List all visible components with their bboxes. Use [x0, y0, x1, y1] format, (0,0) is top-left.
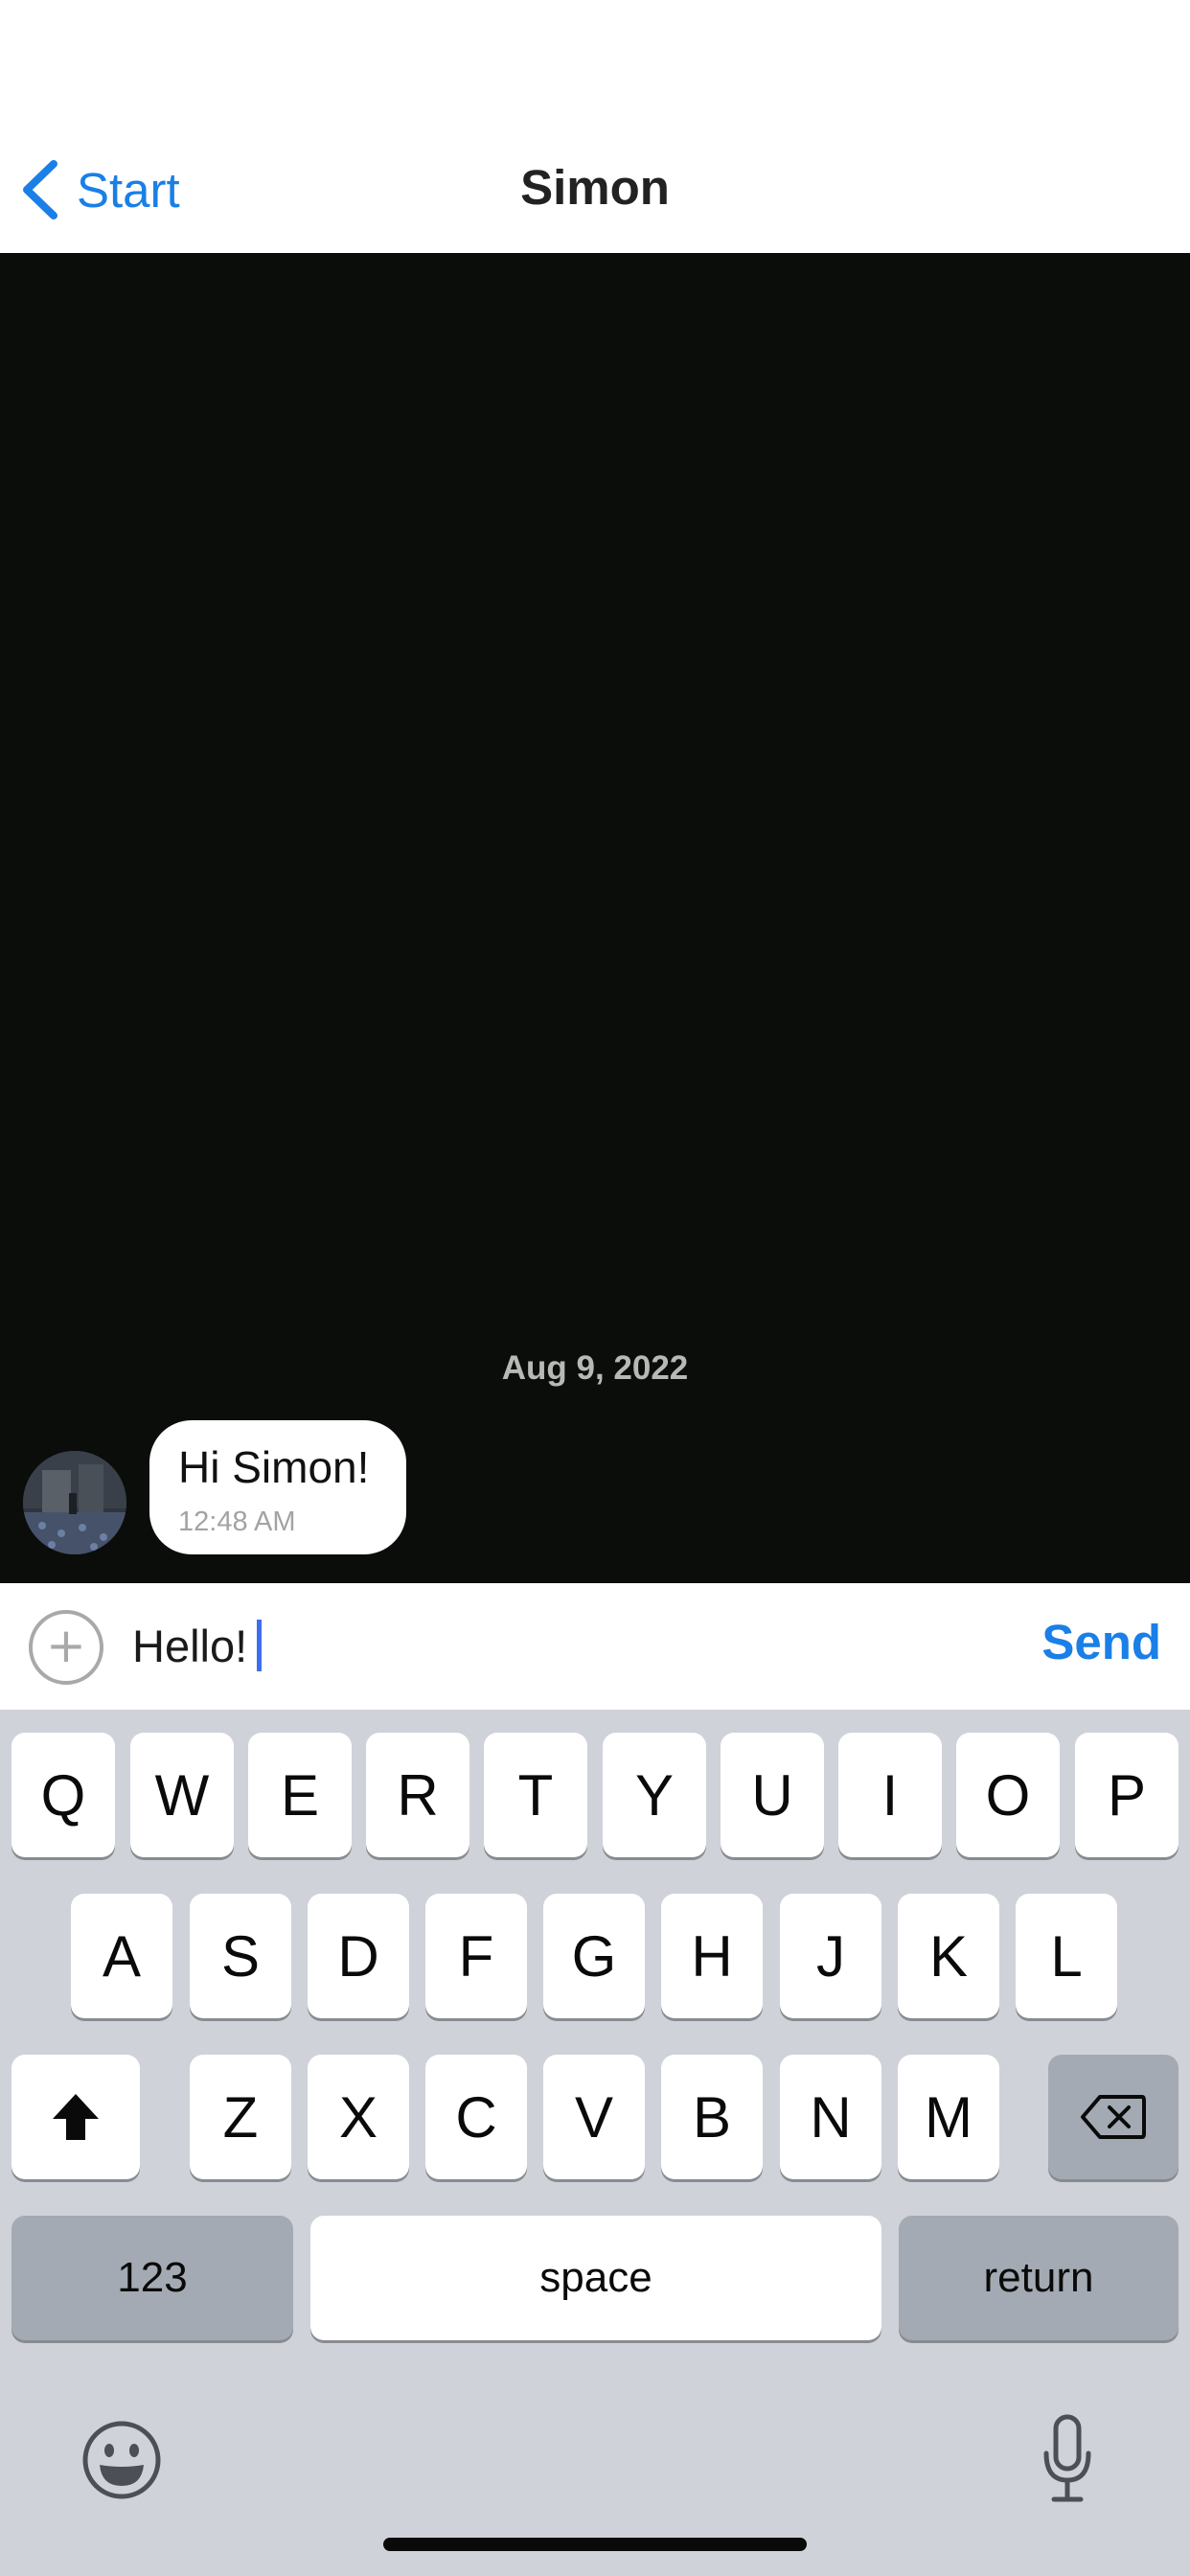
key-s[interactable]: S — [190, 1894, 291, 2018]
date-separator: Aug 9, 2022 — [501, 1349, 689, 1387]
delete-backspace-icon — [1081, 2095, 1146, 2139]
key-x[interactable]: X — [308, 2055, 409, 2179]
key-h[interactable]: H — [661, 1894, 763, 2018]
text-cursor — [257, 1620, 263, 1671]
message-bubble-incoming[interactable]: Hi Simon! 12:48 AM — [149, 1420, 406, 1554]
microphone-button[interactable] — [1041, 2413, 1094, 2505]
key-f[interactable]: F — [425, 1894, 527, 2018]
key-e[interactable]: E — [248, 1733, 352, 1857]
message-timestamp: 12:48 AM — [178, 1506, 296, 1537]
key-n[interactable]: N — [780, 2055, 881, 2179]
attach-button[interactable]: + — [29, 1610, 103, 1685]
plus-circle-icon: + — [46, 1618, 86, 1673]
key-b[interactable]: B — [661, 2055, 763, 2179]
key-v[interactable]: V — [543, 2055, 645, 2179]
emoji-icon — [82, 2421, 161, 2499]
key-m[interactable]: M — [898, 2055, 999, 2179]
avatar-image — [23, 1451, 126, 1554]
key-r[interactable]: R — [366, 1733, 469, 1857]
key-p[interactable]: P — [1075, 1733, 1179, 1857]
key-d[interactable]: D — [308, 1894, 409, 2018]
chat-area[interactable]: Aug 9, 2022 Hi Simon! 12:48 AM — [0, 253, 1190, 1583]
key-k[interactable]: K — [898, 1894, 999, 2018]
key-y[interactable]: Y — [603, 1733, 706, 1857]
home-indicator[interactable] — [383, 2538, 807, 2551]
space-key[interactable]: space — [310, 2216, 881, 2340]
shift-key[interactable] — [11, 2055, 140, 2179]
key-j[interactable]: J — [780, 1894, 881, 2018]
key-t[interactable]: T — [484, 1733, 587, 1857]
send-button[interactable]: Send — [1041, 1614, 1161, 1670]
key-u[interactable]: U — [721, 1733, 824, 1857]
message-text: Hi Simon! — [178, 1442, 370, 1492]
key-o[interactable]: O — [956, 1733, 1060, 1857]
shift-arrow-icon — [53, 2094, 99, 2140]
key-w[interactable]: W — [130, 1733, 234, 1857]
avatar[interactable] — [23, 1451, 126, 1554]
key-i[interactable]: I — [838, 1733, 942, 1857]
microphone-icon — [1043, 2414, 1091, 2502]
emoji-button[interactable] — [80, 2419, 163, 2501]
numbers-key[interactable]: 123 — [11, 2216, 293, 2340]
key-l[interactable]: L — [1016, 1894, 1117, 2018]
key-z[interactable]: Z — [190, 2055, 291, 2179]
keyboard: Q W E R T Y U I O P A S D F G H J K L Z … — [0, 1710, 1190, 2576]
navigation-bar: Start Simon — [0, 0, 1190, 253]
key-g[interactable]: G — [543, 1894, 645, 2018]
message-input[interactable]: Hello! — [132, 1612, 995, 1679]
key-c[interactable]: C — [425, 2055, 527, 2179]
return-key[interactable]: return — [899, 2216, 1179, 2340]
page-title: Simon — [520, 160, 670, 215]
key-q[interactable]: Q — [11, 1733, 115, 1857]
message-composer: + Hello! Send — [0, 1583, 1190, 1710]
key-a[interactable]: A — [71, 1894, 172, 2018]
message-input-value: Hello! — [132, 1620, 248, 1671]
delete-key[interactable] — [1048, 2055, 1179, 2179]
